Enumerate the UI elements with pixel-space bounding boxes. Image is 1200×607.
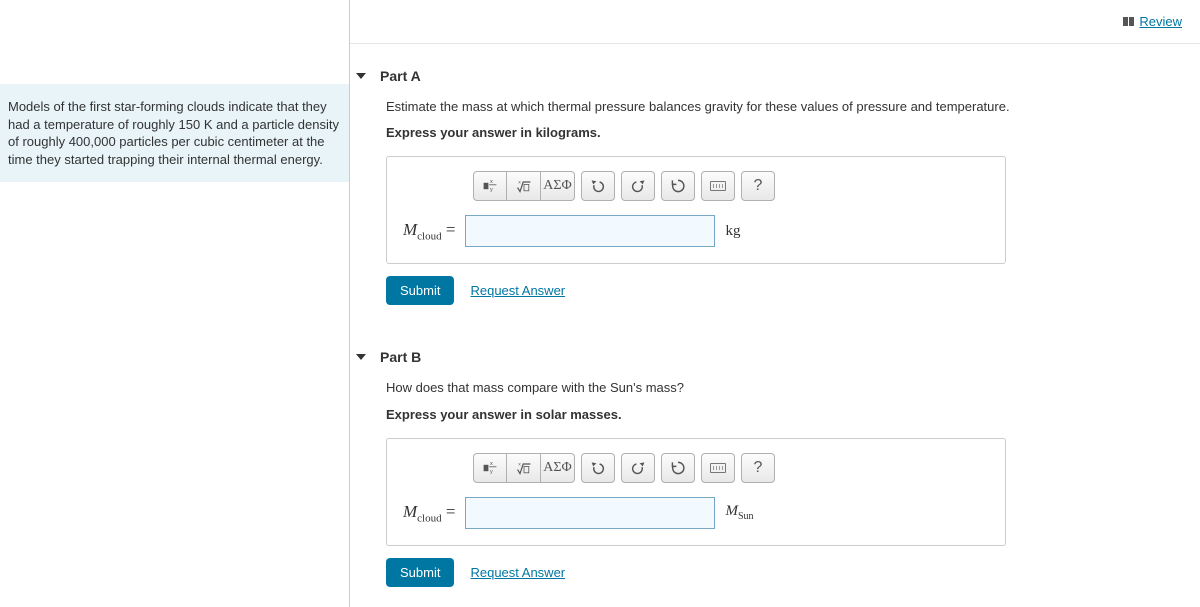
part-b-format: Express your answer in solar masses. bbox=[386, 406, 1200, 424]
part-a-header[interactable]: Part A bbox=[350, 54, 1200, 98]
part-a-unit: kg bbox=[725, 223, 740, 240]
svg-text:x: x bbox=[518, 462, 521, 467]
part-b-unit: MSun bbox=[725, 503, 753, 522]
template-button[interactable]: xy bbox=[473, 453, 507, 483]
part-b-instruction: How does that mass compare with the Sun'… bbox=[386, 379, 1200, 397]
problem-statement: Models of the first star-forming clouds … bbox=[0, 84, 349, 182]
undo-button[interactable] bbox=[581, 171, 615, 201]
help-button[interactable]: ? bbox=[741, 171, 775, 201]
part-a-body: Estimate the mass at which thermal press… bbox=[350, 98, 1200, 325]
part-a-actions: Submit Request Answer bbox=[386, 276, 1200, 305]
caret-down-icon bbox=[356, 73, 366, 79]
part-a-title: Part A bbox=[380, 68, 421, 84]
part-a-answer-box: xy x ΑΣΦ bbox=[386, 156, 1006, 264]
part-b-answer-row: Mcloud = MSun bbox=[403, 497, 989, 529]
review-icon bbox=[1123, 17, 1135, 26]
part-a-format: Express your answer in kilograms. bbox=[386, 124, 1200, 142]
main-content: Review Part A Estimate the mass at which… bbox=[350, 0, 1200, 607]
part-a-variable: Mcloud = bbox=[403, 220, 455, 242]
part-b-body: How does that mass compare with the Sun'… bbox=[350, 379, 1200, 606]
review-link[interactable]: Review bbox=[1123, 14, 1182, 29]
caret-down-icon bbox=[356, 354, 366, 360]
redo-button[interactable] bbox=[621, 453, 655, 483]
keyboard-button[interactable] bbox=[701, 171, 735, 201]
submit-button[interactable]: Submit bbox=[386, 558, 454, 587]
template-button[interactable]: xy bbox=[473, 171, 507, 201]
part-a-toolbar: xy x ΑΣΦ bbox=[473, 171, 989, 201]
reset-button[interactable] bbox=[661, 453, 695, 483]
part-b-toolbar: xy x ΑΣΦ bbox=[473, 453, 989, 483]
review-label: Review bbox=[1139, 14, 1182, 29]
keyboard-icon bbox=[710, 181, 726, 191]
svg-text:x: x bbox=[490, 179, 493, 185]
greek-button[interactable]: ΑΣΦ bbox=[541, 453, 575, 483]
problem-sidebar: Models of the first star-forming clouds … bbox=[0, 0, 350, 607]
part-b-variable: Mcloud = bbox=[403, 502, 455, 524]
part-b-input[interactable] bbox=[465, 497, 715, 529]
part-b-answer-box: xy x ΑΣΦ bbox=[386, 438, 1006, 546]
keyboard-icon bbox=[710, 463, 726, 473]
part-a-instruction: Estimate the mass at which thermal press… bbox=[386, 98, 1200, 116]
request-answer-link[interactable]: Request Answer bbox=[470, 565, 565, 580]
svg-text:x: x bbox=[490, 461, 493, 467]
svg-text:x: x bbox=[518, 181, 521, 186]
part-a-answer-row: Mcloud = kg bbox=[403, 215, 989, 247]
undo-button[interactable] bbox=[581, 453, 615, 483]
radical-button[interactable]: x bbox=[507, 171, 541, 201]
greek-button[interactable]: ΑΣΦ bbox=[541, 171, 575, 201]
part-b-header[interactable]: Part B bbox=[350, 335, 1200, 379]
keyboard-button[interactable] bbox=[701, 453, 735, 483]
part-b-title: Part B bbox=[380, 349, 421, 365]
redo-button[interactable] bbox=[621, 171, 655, 201]
part-a-input[interactable] bbox=[465, 215, 715, 247]
svg-text:y: y bbox=[490, 187, 493, 193]
part-b-actions: Submit Request Answer bbox=[386, 558, 1200, 587]
radical-button[interactable]: x bbox=[507, 453, 541, 483]
help-button[interactable]: ? bbox=[741, 453, 775, 483]
top-bar: Review bbox=[350, 0, 1200, 44]
submit-button[interactable]: Submit bbox=[386, 276, 454, 305]
svg-text:y: y bbox=[490, 469, 493, 475]
reset-button[interactable] bbox=[661, 171, 695, 201]
request-answer-link[interactable]: Request Answer bbox=[470, 283, 565, 298]
